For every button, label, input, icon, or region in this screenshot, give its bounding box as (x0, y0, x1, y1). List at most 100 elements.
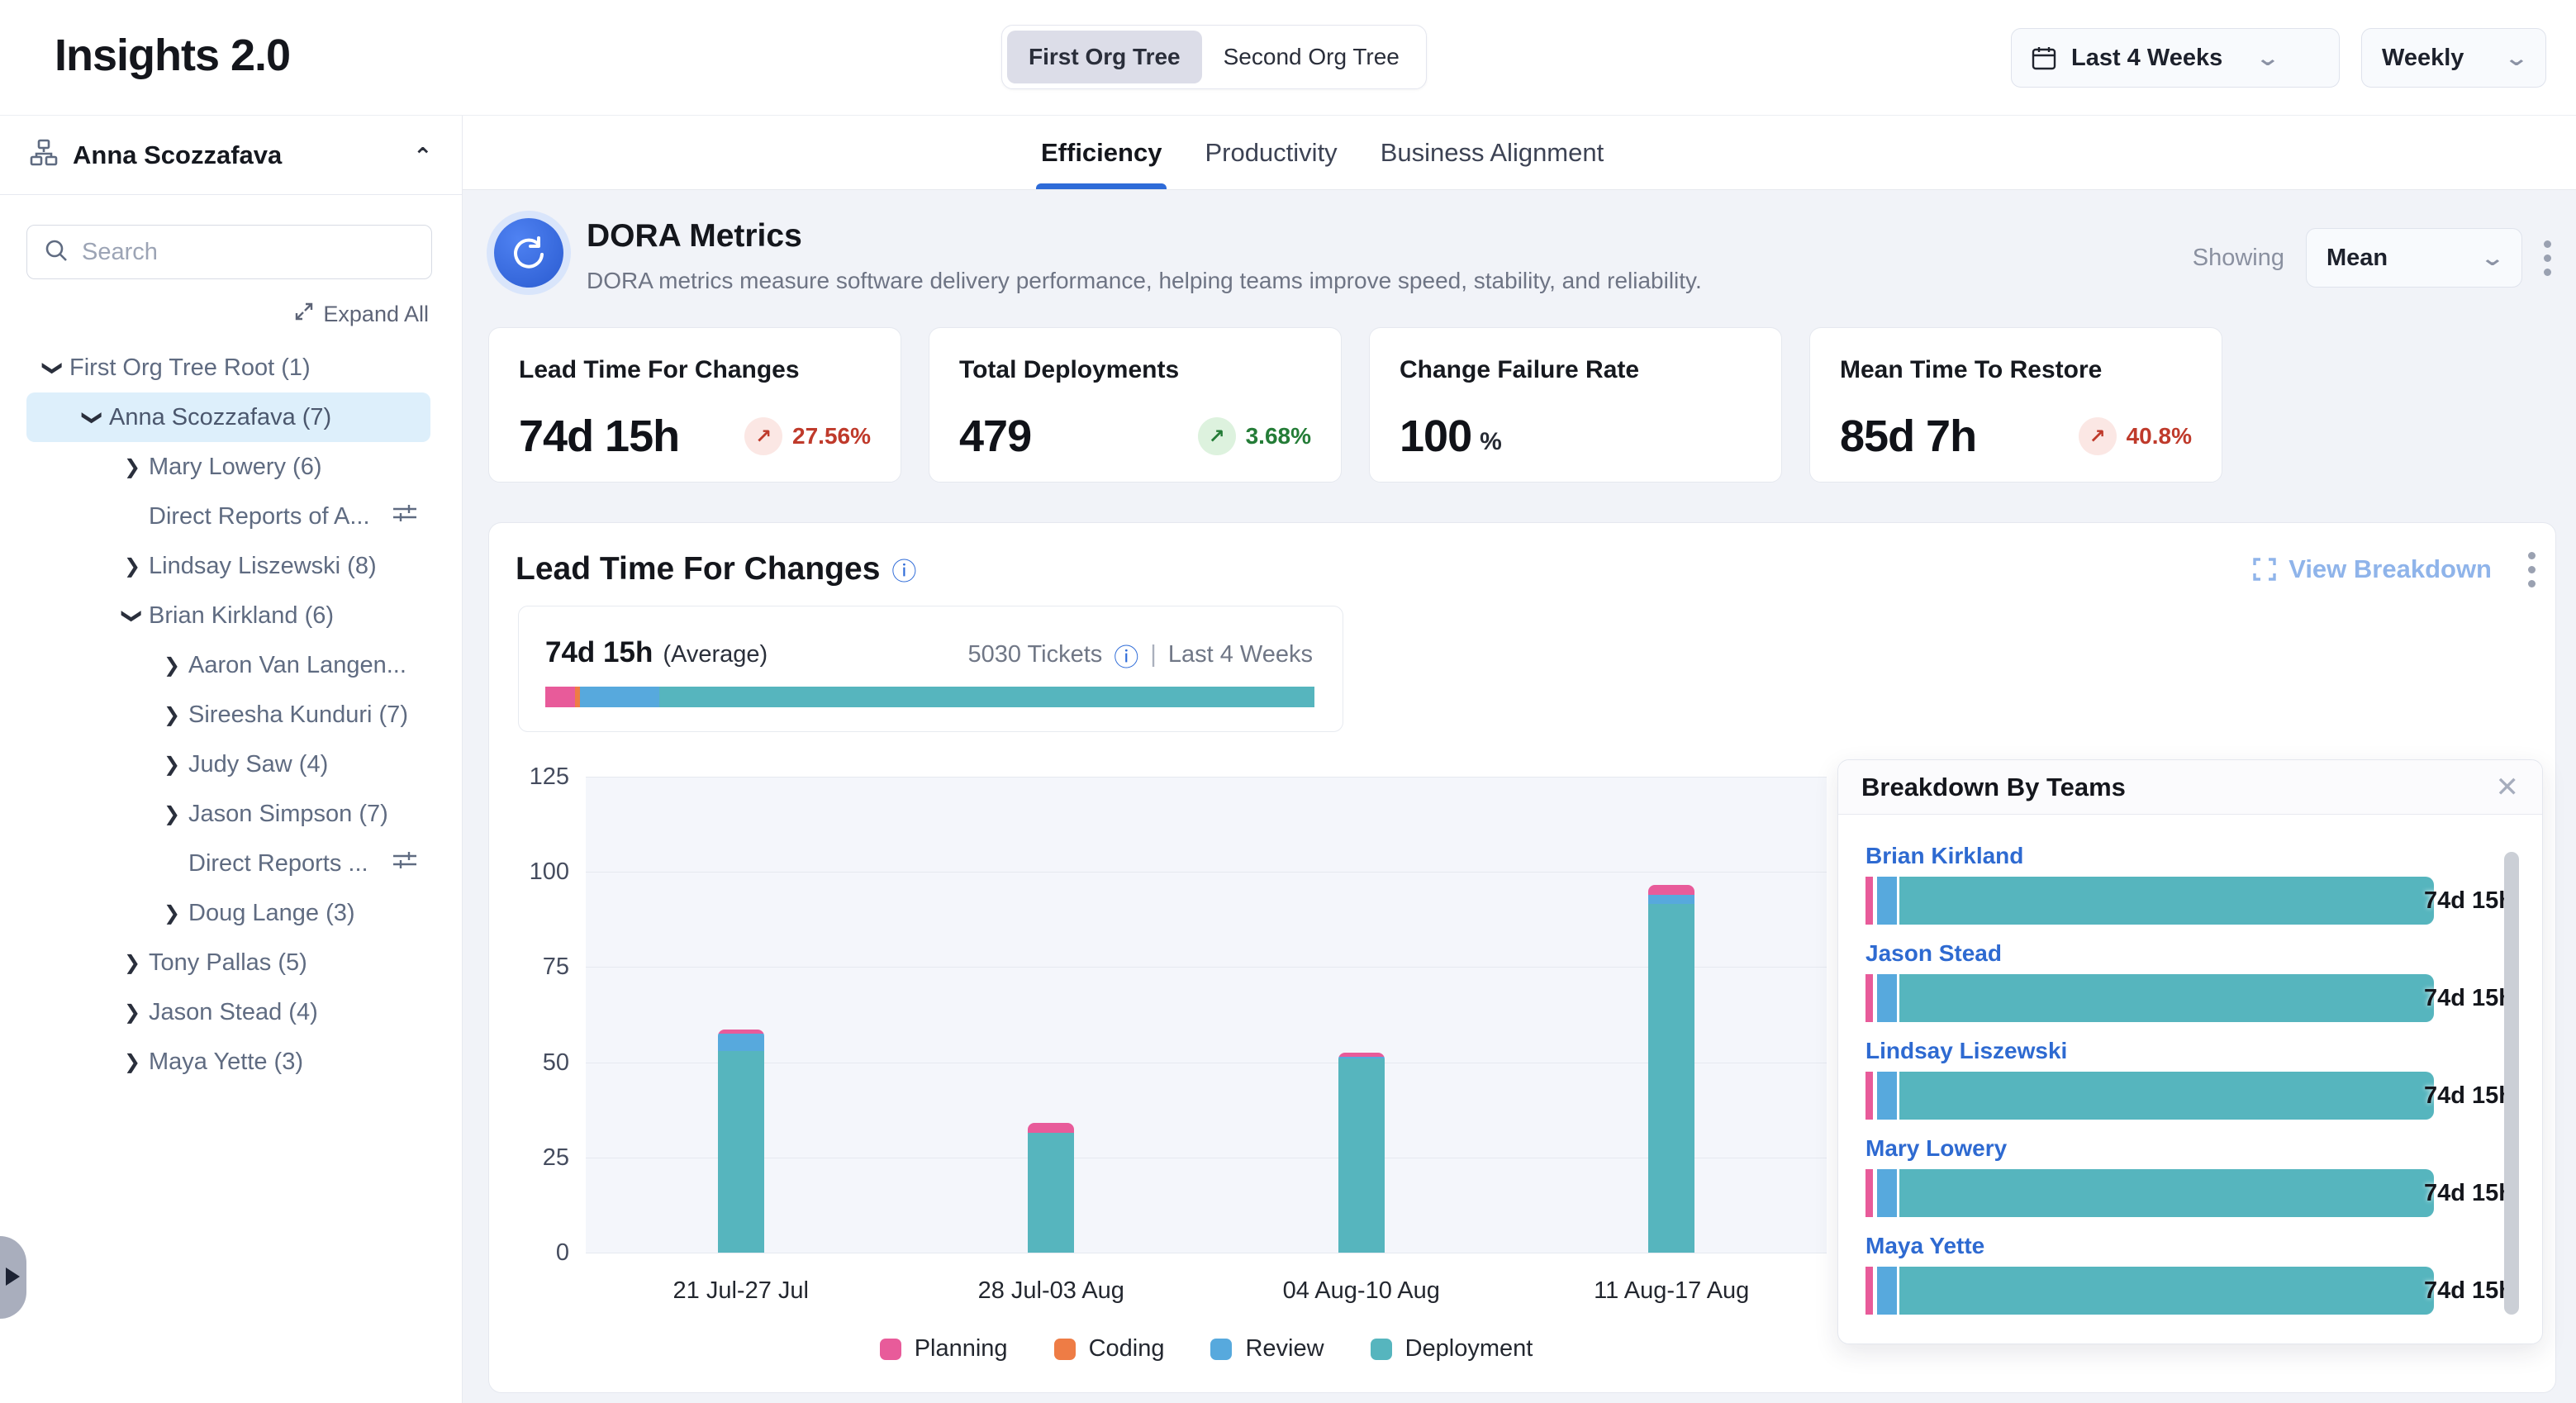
tree-item[interactable]: ❯Aaron Van Langen... (26, 640, 430, 690)
info-icon[interactable]: ⓘ (891, 551, 916, 587)
breakdown-row: Mary Lowery 74d 15h (1865, 1135, 2519, 1217)
chevron-right-icon[interactable]: ❯ (155, 753, 188, 777)
date-range-value: Last 4 Weeks (2071, 45, 2222, 72)
legend-swatch (1054, 1339, 1076, 1360)
average-card: 74d 15h (Average) 5030 Tickets ⓘ | Last … (518, 606, 1343, 732)
x-axis-label: 21 Jul-27 Jul (586, 1277, 896, 1305)
org-tree-option[interactable]: Second Org Tree (1202, 31, 1421, 83)
close-icon[interactable]: ✕ (2496, 771, 2520, 804)
chevron-right-icon[interactable]: ❯ (116, 1050, 149, 1074)
y-axis-tick-label: 125 (503, 763, 569, 791)
chevron-right-icon[interactable]: ❯ (116, 455, 149, 479)
filter-sliders-icon[interactable] (391, 499, 419, 534)
tree-item[interactable]: ❯Lindsay Liszewski (8) (26, 541, 430, 591)
deployment-segment (1028, 1133, 1074, 1253)
team-name-link[interactable]: Jason Stead (1865, 940, 2519, 967)
search-box[interactable] (26, 225, 432, 279)
planning-segment (1865, 1169, 1873, 1217)
tree-item-label: Direct Reports ... (188, 850, 368, 877)
tree-item[interactable]: Direct Reports of A... (26, 492, 430, 541)
legend-swatch (1210, 1339, 1232, 1360)
tree-item[interactable]: ❯Tony Pallas (5) (26, 938, 430, 987)
dora-title: DORA Metrics (587, 218, 1702, 254)
planning-segment (1865, 877, 1873, 925)
metric-unit: % (1480, 428, 1502, 456)
aggregation-select[interactable]: Mean ⌄ (2306, 228, 2522, 288)
tree-item[interactable]: ❯Maya Yette (3) (26, 1037, 430, 1087)
legend-label: Review (1245, 1335, 1324, 1363)
filter-sliders-icon[interactable] (391, 846, 419, 881)
chevron-right-icon[interactable]: ❯ (155, 802, 188, 826)
team-name-link[interactable]: Brian Kirkland (1865, 843, 2519, 869)
metric-value: 85d 7h (1840, 411, 1976, 462)
info-icon[interactable]: ⓘ (1114, 637, 1138, 673)
review-segment (1648, 895, 1694, 905)
gridline (586, 872, 1827, 873)
review-segment (1877, 877, 1897, 925)
dora-kebab-menu[interactable] (2544, 240, 2551, 276)
tree-item-label: Jason Stead (4) (149, 999, 318, 1026)
breakdown-panel: Breakdown By Teams ✕ Brian Kirkland 74d … (1837, 759, 2543, 1344)
breakdown-row: Brian Kirkland 74d 15h (1865, 843, 2519, 925)
view-breakdown-button[interactable]: View Breakdown (2252, 554, 2492, 584)
date-range-select[interactable]: Last 4 Weeks ⌄ (2011, 28, 2340, 88)
tab-business-alignment[interactable]: Business Alignment (1381, 116, 1604, 189)
review-segment (1877, 1072, 1897, 1120)
chevron-right-icon[interactable]: ❯ (116, 1001, 149, 1025)
tree-item[interactable]: Direct Reports ... (26, 839, 430, 888)
chevron-down-icon[interactable]: ❯ (81, 401, 105, 434)
tree-item[interactable]: ❯Jason Simpson (7) (26, 789, 430, 839)
lead-time-kebab-menu[interactable] (2528, 552, 2536, 587)
tab-efficiency[interactable]: Efficiency (1041, 116, 1162, 189)
review-segment (580, 687, 659, 707)
collapse-sidebar-icon[interactable]: ⌄ (413, 141, 432, 169)
metric-title: Change Failure Rate (1400, 356, 1751, 384)
chevron-down-icon[interactable]: ❯ (41, 351, 65, 384)
tree-item[interactable]: ❯Anna Scozzafava (7) (26, 392, 430, 442)
metric-title: Mean Time To Restore (1840, 356, 2192, 384)
team-value: 74d 15h (2356, 887, 2513, 915)
tab-productivity[interactable]: Productivity (1205, 116, 1337, 189)
chevron-right-icon[interactable]: ❯ (116, 554, 149, 578)
expand-all-label: Expand All (323, 302, 429, 327)
chart-plot-area (586, 777, 1827, 1253)
tree-item-label: Doug Lange (3) (188, 900, 355, 927)
average-label: (Average) (663, 641, 768, 668)
expand-all-button[interactable]: Expand All (0, 279, 462, 336)
tree-item[interactable]: ❯Brian Kirkland (6) (26, 591, 430, 640)
granularity-select[interactable]: Weekly ⌄ (2361, 28, 2546, 88)
team-name-link[interactable]: Mary Lowery (1865, 1135, 2519, 1162)
breakdown-scrollbar-thumb[interactable] (2504, 852, 2519, 1315)
sidebar-header[interactable]: Anna Scozzafava ⌄ (0, 116, 462, 195)
tree-item[interactable]: ❯Mary Lowery (6) (26, 442, 430, 492)
stacked-bar (1338, 1053, 1385, 1253)
legend-item-planning[interactable]: Planning (880, 1335, 1008, 1363)
tree-item[interactable]: ❯First Org Tree Root (1) (26, 343, 430, 392)
search-input[interactable] (82, 239, 415, 266)
tree-item-label: Tony Pallas (5) (149, 949, 307, 977)
tree-item-label: Judy Saw (4) (188, 751, 328, 778)
legend-item-review[interactable]: Review (1210, 1335, 1324, 1363)
tree-item[interactable]: ❯Doug Lange (3) (26, 888, 430, 938)
tree-item[interactable]: ❯Sireesha Kunduri (7) (26, 690, 430, 740)
chevron-right-icon[interactable]: ❯ (155, 703, 188, 727)
search-icon (44, 238, 69, 267)
tabs-bar: Efficiency Productivity Business Alignment (463, 116, 2576, 190)
tree-item[interactable]: ❯Judy Saw (4) (26, 740, 430, 789)
chevron-right-icon[interactable]: ❯ (155, 901, 188, 925)
planning-segment (1028, 1123, 1074, 1133)
legend-item-coding[interactable]: Coding (1054, 1335, 1165, 1363)
chevron-right-icon[interactable]: ❯ (116, 951, 149, 975)
team-name-link[interactable]: Maya Yette (1865, 1233, 2519, 1259)
org-tree-option[interactable]: First Org Tree (1007, 31, 1202, 83)
planning-segment (1865, 1072, 1873, 1120)
legend-label: Planning (915, 1335, 1008, 1363)
chevron-right-icon[interactable]: ❯ (155, 654, 188, 678)
tree-item[interactable]: ❯Jason Stead (4) (26, 987, 430, 1037)
trend-up-icon: ↗ (2079, 417, 2117, 455)
chevron-down-icon[interactable]: ❯ (121, 599, 145, 632)
y-axis-tick-label: 75 (503, 954, 569, 981)
team-name-link[interactable]: Lindsay Liszewski (1865, 1038, 2519, 1064)
tree-item-label: Maya Yette (3) (149, 1049, 303, 1076)
legend-item-deployment[interactable]: Deployment (1371, 1335, 1533, 1363)
